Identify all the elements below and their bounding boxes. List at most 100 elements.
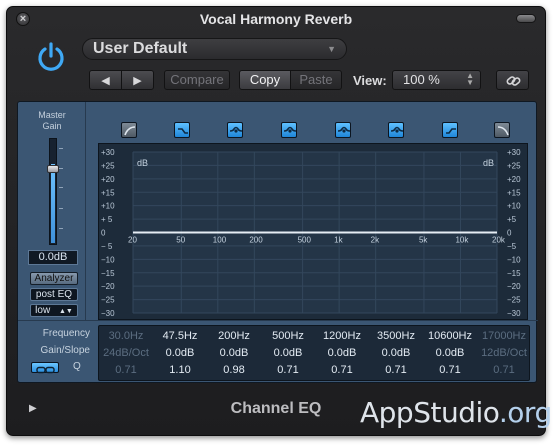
analyzer-button[interactable]: Analyzer [30,272,78,285]
band-8-gain-value[interactable]: 12dB/Oct [477,345,531,362]
db-tick-left: +15 [101,188,115,197]
gain-slope-label: Gain/Slope [40,345,90,356]
db-tick-right: +5 [507,215,517,224]
low-cut-icon [124,126,136,136]
next-preset-button[interactable]: ▶ [121,70,154,90]
band-2-q-value[interactable]: 1.10 [153,362,207,379]
band-7-high-shelf-button[interactable] [442,122,458,138]
master-gain-label: Master Gain [38,110,66,131]
band-2-low-shelf-button[interactable] [174,122,190,138]
db-tick-right: −20 [507,282,521,291]
db-tick-left: +25 [101,161,115,170]
power-icon[interactable] [35,41,67,73]
band-5-peak-button[interactable] [335,122,351,138]
band-4-params: 500Hz 0.0dB 0.71 [261,326,315,382]
link-button[interactable] [496,70,529,90]
watermark-brand: AppStudio [360,396,499,429]
analyzer-mode-select[interactable]: post EQ [30,288,78,301]
q-couple-toggle[interactable] [31,362,59,374]
band-6-frequency-value[interactable]: 3500Hz [369,328,423,345]
band-7-q-value[interactable]: 0.71 [423,362,477,379]
peak-icon [390,126,404,133]
band-4-q-value[interactable]: 0.71 [261,362,315,379]
eq-graph-canvas: +30 +30 +25 +25 +20 +20 +15 +15 +10 +10 + 5 +5 0 0 − 5… [101,148,521,318]
peak-icon [337,126,351,133]
db-tick-right: +30 [507,148,521,157]
band-7-gain-value[interactable]: 0.0dB [423,345,477,362]
toolbar-toggle-button[interactable] [516,14,536,23]
db-tick-right: −30 [507,309,521,318]
band-6-params: 3500Hz 0.0dB 0.71 [369,326,423,382]
band-4-frequency-value[interactable]: 500Hz [261,328,315,345]
band-6-gain-value[interactable]: 0.0dB [369,345,423,362]
db-tick-left: −10 [101,255,115,264]
band-2-gain-value[interactable]: 0.0dB [153,345,207,362]
band-6-peak-button[interactable] [388,122,404,138]
db-tick-left: −15 [101,269,115,278]
band-8-frequency-value[interactable]: 17000Hz [477,328,531,345]
db-tick-left: +20 [101,175,115,184]
freq-tick-label: 2k [371,236,380,245]
band-1-low-cut-button[interactable] [121,122,137,138]
analyzer-resolution-value: low [35,305,51,316]
band-1-q-value[interactable]: 0.71 [99,362,153,379]
band-3-frequency-value[interactable]: 200Hz [207,328,261,345]
watermark: AppStudio.org [360,396,552,429]
db-tick-left: +30 [101,148,115,157]
band-6-q-value[interactable]: 0.71 [369,362,423,379]
view-zoom-value: 100 % [403,72,440,87]
band-3-params: 200Hz 0.0dB 0.98 [207,326,261,382]
band-2-params: 47.5Hz 0.0dB 1.10 [153,326,207,382]
db-tick-right: +20 [507,175,521,184]
band-parameters: Frequency Gain/Slope Q 30.0Hz 24dB/Oct 0.7… [18,320,538,383]
analyzer-resolution-select[interactable]: low ▲▼ [30,304,78,317]
q-label: Q [73,361,81,372]
stepper-icon: ▲▼ [466,71,474,87]
link-icon [506,76,521,86]
arrow-left-icon: ◀ [101,75,110,87]
peak-icon [229,126,243,133]
db-tick-right: −25 [507,296,521,305]
freq-tick-label: 500 [298,236,312,245]
master-gain-slider[interactable] [47,138,59,245]
compare-button[interactable]: Compare [164,70,230,90]
band-5-q-value[interactable]: 0.71 [315,362,369,379]
plugin-window: × Vocal Harmony Reverb User Default ▼ ◀ … [6,6,546,436]
master-gain-value[interactable]: 0.0dB [28,250,78,265]
db-tick-right: +10 [507,202,521,211]
copy-button[interactable]: Copy [239,70,291,90]
band-7-frequency-value[interactable]: 10600Hz [423,328,477,345]
band-4-gain-value[interactable]: 0.0dB [261,345,315,362]
param-grid: 30.0Hz 24dB/Oct 0.71 47.5Hz 0.0dB 1.10 200Hz 0.… [98,325,530,381]
band-8-q-value[interactable]: 0.71 [477,362,531,379]
eq-graph[interactable]: +30 +30 +25 +25 +20 +20 +15 +15 +10 +10 + 5 +5 0 0 − 5… [98,143,528,320]
db-tick-right: −5 [507,242,517,251]
band-8-params: 17000Hz 12dB/Oct 0.71 [477,326,531,382]
freq-tick-label: 10k [455,236,469,245]
master-gain-level [51,164,55,243]
band-5-gain-value[interactable]: 0.0dB [315,345,369,362]
band-8-high-cut-button[interactable] [494,122,510,138]
band-3-gain-value[interactable]: 0.0dB [207,345,261,362]
band-3-q-value[interactable]: 0.98 [207,362,261,379]
band-5-frequency-value[interactable]: 1200Hz [315,328,369,345]
paste-button[interactable]: Paste [290,70,342,90]
chevron-down-icon: ▼ [327,44,336,54]
band-2-frequency-value[interactable]: 47.5Hz [153,328,207,345]
preset-menu[interactable]: User Default ▼ [82,38,347,60]
view-zoom-select[interactable]: 100 % ▲ ▼ [392,70,481,90]
band-1-frequency-value[interactable]: 30.0Hz [99,328,153,345]
master-gain-handle[interactable] [47,165,59,173]
high-cut-icon [497,126,509,136]
band-4-peak-button[interactable] [281,122,297,138]
db-tick-right: −10 [507,255,521,264]
db-tick-right: +15 [507,188,521,197]
band-1-gain-value[interactable]: 24dB/Oct [99,345,153,362]
band-1-params: 30.0Hz 24dB/Oct 0.71 [99,326,153,382]
db-tick-left: − 5 [101,242,113,251]
db-tick-left: +10 [101,202,115,211]
previous-preset-button[interactable]: ◀ [89,70,122,90]
db-tick-left: −25 [101,296,115,305]
band-3-peak-button[interactable] [227,122,243,138]
db-tick-left: −30 [101,309,115,318]
